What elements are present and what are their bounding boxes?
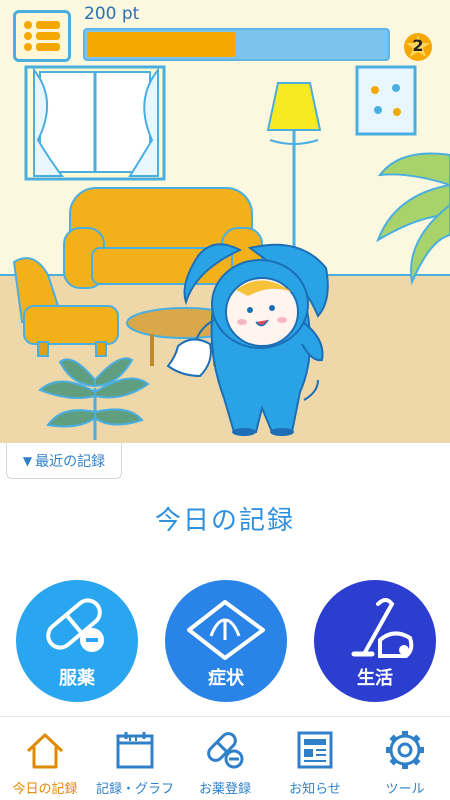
gear-icon [386,731,424,769]
menu-button[interactable] [13,10,71,62]
lifestyle-label: 生活 [357,668,393,689]
wall-picture [355,65,417,136]
bottom-nav: 今日の記録 記録・グラフ お薬登録 お知らせ ツール [0,716,450,800]
triangle-down-icon: ▼ [22,453,33,468]
nav-label: 記録・グラフ [95,782,174,797]
nav-notifications[interactable]: お知らせ [270,717,360,800]
medication-button[interactable]: 服薬 [16,580,138,702]
list-icon [24,21,60,51]
level-number: 2 [412,36,424,55]
nav-label: お薬登録 [198,782,251,797]
nav-label: 今日の記録 [12,782,78,797]
symptoms-button[interactable]: 症状 [165,580,287,702]
nav-label: ツール [385,782,425,797]
calendar-icon [116,732,154,769]
lifestyle-button[interactable]: 生活 [314,580,436,702]
nav-records-graph[interactable]: 記録・グラフ [90,717,180,800]
points-progress-bar [83,28,390,61]
room-scene [0,0,450,443]
nav-medicine-register[interactable]: お薬登録 [180,717,270,800]
window [24,65,166,181]
home-icon [26,733,64,769]
nav-label: お知らせ [289,782,341,797]
nav-today-records[interactable]: 今日の記録 [0,717,90,800]
app-screen: 200 pt 2 ▼ 最近の記録 今日の記録 服薬 症状 生活 今日の記録 記録… [0,0,450,800]
symptoms-label: 症状 [208,668,244,689]
points-label: 200 pt [84,4,140,24]
recent-records-tab[interactable]: ▼ 最近の記録 [6,443,122,479]
points-progress-fill [87,32,235,57]
medication-label: 服薬 [59,668,95,689]
nav-tools[interactable]: ツール [360,717,450,800]
recent-records-label: 最近の記録 [35,453,106,470]
pill-icon [207,732,244,769]
page-title: 今日の記録 [154,506,295,536]
room-illustration [0,0,450,443]
newspaper-icon [297,731,333,769]
